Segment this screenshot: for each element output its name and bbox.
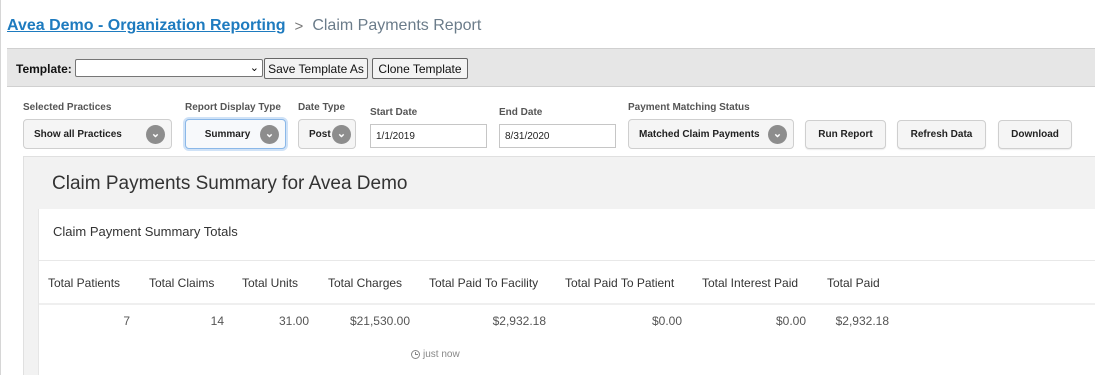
last-updated-text: just now [423, 349, 460, 360]
date-type-label: Date Type [298, 102, 346, 113]
display-type-select[interactable]: Summary ⌄ [185, 119, 286, 149]
column-header: Total Patients [48, 276, 121, 290]
breadcrumb: Avea Demo - Organization Reporting > Cla… [7, 15, 481, 37]
matching-status-select[interactable]: Matched Claim Payments ⌄ [628, 119, 794, 149]
practices-label: Selected Practices [23, 102, 112, 113]
column-header: Total Charges [328, 276, 403, 290]
chevron-down-icon: ⌄ [249, 62, 259, 74]
template-label: Template: [16, 62, 72, 76]
date-type-select[interactable]: Post ⌄ [298, 119, 356, 149]
table-cell: $2,932.18 [492, 314, 546, 328]
table-cell: $21,530.00 [349, 314, 410, 328]
save-template-as-button[interactable]: Save Template As [264, 58, 368, 79]
end-date-input[interactable]: 8/31/2020 [499, 124, 616, 148]
table-cell: 31.00 [278, 314, 309, 328]
table-cell: 7 [123, 314, 130, 328]
table-cell: $0.00 [775, 314, 806, 328]
report-filters: Selected Practices Show all Practices ⌄ … [0, 95, 1095, 155]
display-type-label: Report Display Type [185, 102, 281, 113]
table-cell: 14 [210, 314, 224, 328]
clone-template-button[interactable]: Clone Template [372, 58, 468, 79]
start-date-label: Start Date [370, 107, 418, 118]
card-divider [39, 260, 1095, 261]
column-header: Total Claims [149, 276, 215, 290]
column-header: Total Units [242, 276, 299, 290]
practices-select[interactable]: Show all Practices ⌄ [23, 119, 172, 149]
download-button[interactable]: Download [998, 120, 1072, 149]
breadcrumb-separator: > [294, 17, 304, 35]
chevron-down-icon: ⌄ [768, 125, 787, 144]
header-divider [39, 303, 1095, 305]
page-left-border [0, 0, 1, 375]
column-header: Total Paid [827, 276, 880, 290]
chevron-down-icon: ⌄ [332, 125, 351, 144]
table-cell: $0.00 [651, 314, 682, 328]
summary-totals-title: Claim Payment Summary Totals [53, 224, 238, 239]
breadcrumb-parent-link[interactable]: Avea Demo - Organization Reporting [7, 17, 286, 35]
report-title: Claim Payments Summary for Avea Demo [52, 173, 408, 194]
column-header: Total Paid To Patient [565, 276, 675, 290]
template-bar: Template: ⌄ Save Template As Clone Templ… [7, 48, 1095, 87]
refresh-data-button[interactable]: Refresh Data [897, 120, 986, 149]
date-type-select-value: Post [309, 128, 331, 140]
chevron-down-icon: ⌄ [146, 125, 165, 144]
matching-status-label: Payment Matching Status [628, 102, 750, 113]
column-header: Total Interest Paid [702, 276, 799, 290]
breadcrumb-current: Claim Payments Report [312, 17, 482, 34]
start-date-input[interactable]: 1/1/2019 [370, 124, 487, 148]
matching-status-select-value: Matched Claim Payments [639, 128, 760, 140]
display-type-select-value: Summary [204, 128, 251, 140]
run-report-button[interactable]: Run Report [805, 120, 886, 149]
end-date-label: End Date [499, 107, 543, 118]
table-cell: $2,932.18 [835, 314, 889, 328]
clock-icon [411, 350, 420, 359]
template-select[interactable]: ⌄ [75, 59, 263, 77]
last-updated: just now [411, 349, 460, 360]
report-panel: Claim Payments Summary for Avea Demo Cla… [23, 156, 1095, 375]
template-select-value [76, 64, 79, 76]
summary-totals-card: Claim Payment Summary Totals Total Patie… [38, 209, 1095, 375]
column-header: Total Paid To Facility [429, 276, 539, 290]
chevron-down-icon: ⌄ [260, 125, 279, 144]
practices-select-value: Show all Practices [34, 128, 122, 140]
